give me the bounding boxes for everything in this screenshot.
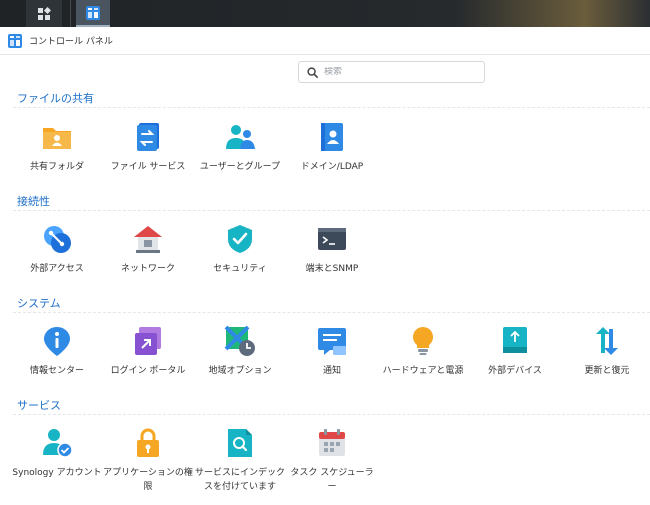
item-task-scheduler[interactable]: タスク スケジューラー bbox=[286, 427, 378, 494]
grid-icon bbox=[38, 6, 51, 20]
item-app-privileges[interactable]: アプリケーションの権限 bbox=[102, 427, 194, 494]
login-portal-icon bbox=[135, 327, 161, 355]
task-scheduler-icon bbox=[319, 429, 345, 456]
item-hardware-power[interactable]: ハードウェアと電源 bbox=[377, 325, 469, 378]
users-groups-icon bbox=[226, 125, 255, 149]
control-panel-taskbar-button[interactable] bbox=[76, 0, 110, 27]
item-synology-account[interactable]: Synology アカウント bbox=[11, 427, 103, 480]
regional-options-icon bbox=[224, 325, 255, 356]
item-indexing-service[interactable]: サービスにインデックスを付けています bbox=[194, 427, 286, 494]
item-shared-folder[interactable]: 共有フォルダ bbox=[11, 121, 103, 174]
search-input[interactable] bbox=[324, 67, 474, 77]
item-terminal-snmp[interactable]: 端末とSNMP bbox=[286, 223, 378, 276]
section-divider bbox=[13, 414, 650, 415]
taskbar-separator bbox=[70, 0, 71, 27]
item-security[interactable]: セキュリティ bbox=[194, 223, 286, 276]
terminal-icon bbox=[318, 228, 346, 250]
item-info-center[interactable]: 情報センター bbox=[11, 325, 103, 378]
item-network[interactable]: ネットワーク bbox=[102, 223, 194, 276]
section-divider bbox=[13, 210, 650, 211]
taskbar bbox=[0, 0, 650, 27]
search-box[interactable] bbox=[298, 61, 485, 83]
item-notification[interactable]: 通知 bbox=[286, 325, 378, 378]
domain-ldap-icon bbox=[321, 123, 343, 151]
main-menu-button[interactable] bbox=[26, 0, 62, 27]
app-privileges-icon bbox=[137, 428, 159, 457]
hardware-power-icon bbox=[413, 327, 433, 355]
indexing-service-icon bbox=[228, 429, 252, 457]
window-header: コントロール パネル bbox=[0, 27, 650, 55]
network-icon bbox=[134, 226, 162, 253]
item-external-access[interactable]: 外部アクセス bbox=[11, 223, 103, 276]
section-divider bbox=[13, 312, 650, 313]
item-regional-options[interactable]: 地域オプション bbox=[194, 325, 286, 378]
control-panel-icon bbox=[8, 33, 22, 48]
file-services-icon bbox=[137, 123, 159, 151]
item-domain-ldap[interactable]: ドメイン/LDAP bbox=[286, 121, 378, 174]
control-panel-icon bbox=[86, 5, 100, 20]
item-external-devices[interactable]: 外部デバイス bbox=[469, 325, 561, 378]
notification-icon bbox=[318, 328, 346, 355]
section-title-services: サービス bbox=[17, 399, 61, 412]
section-title-connectivity: 接続性 bbox=[17, 195, 50, 208]
shared-folder-icon bbox=[43, 128, 71, 149]
item-file-services[interactable]: ファイル サービス bbox=[102, 121, 194, 174]
security-shield-icon bbox=[228, 225, 252, 253]
synology-account-icon bbox=[43, 429, 73, 458]
section-title-file-sharing: ファイルの共有 bbox=[17, 92, 94, 105]
external-access-icon bbox=[44, 226, 71, 253]
update-restore-icon bbox=[596, 327, 618, 355]
item-update-restore[interactable]: 更新と復元 bbox=[561, 325, 650, 378]
item-users-groups[interactable]: ユーザーとグループ bbox=[194, 121, 286, 174]
section-title-system: システム bbox=[17, 297, 61, 310]
info-center-icon bbox=[44, 327, 70, 356]
window-title: コントロール パネル bbox=[29, 37, 113, 47]
search-icon bbox=[307, 66, 318, 78]
item-login-portal[interactable]: ログイン ポータル bbox=[102, 325, 194, 378]
external-devices-icon bbox=[503, 327, 527, 353]
section-divider bbox=[13, 107, 650, 108]
